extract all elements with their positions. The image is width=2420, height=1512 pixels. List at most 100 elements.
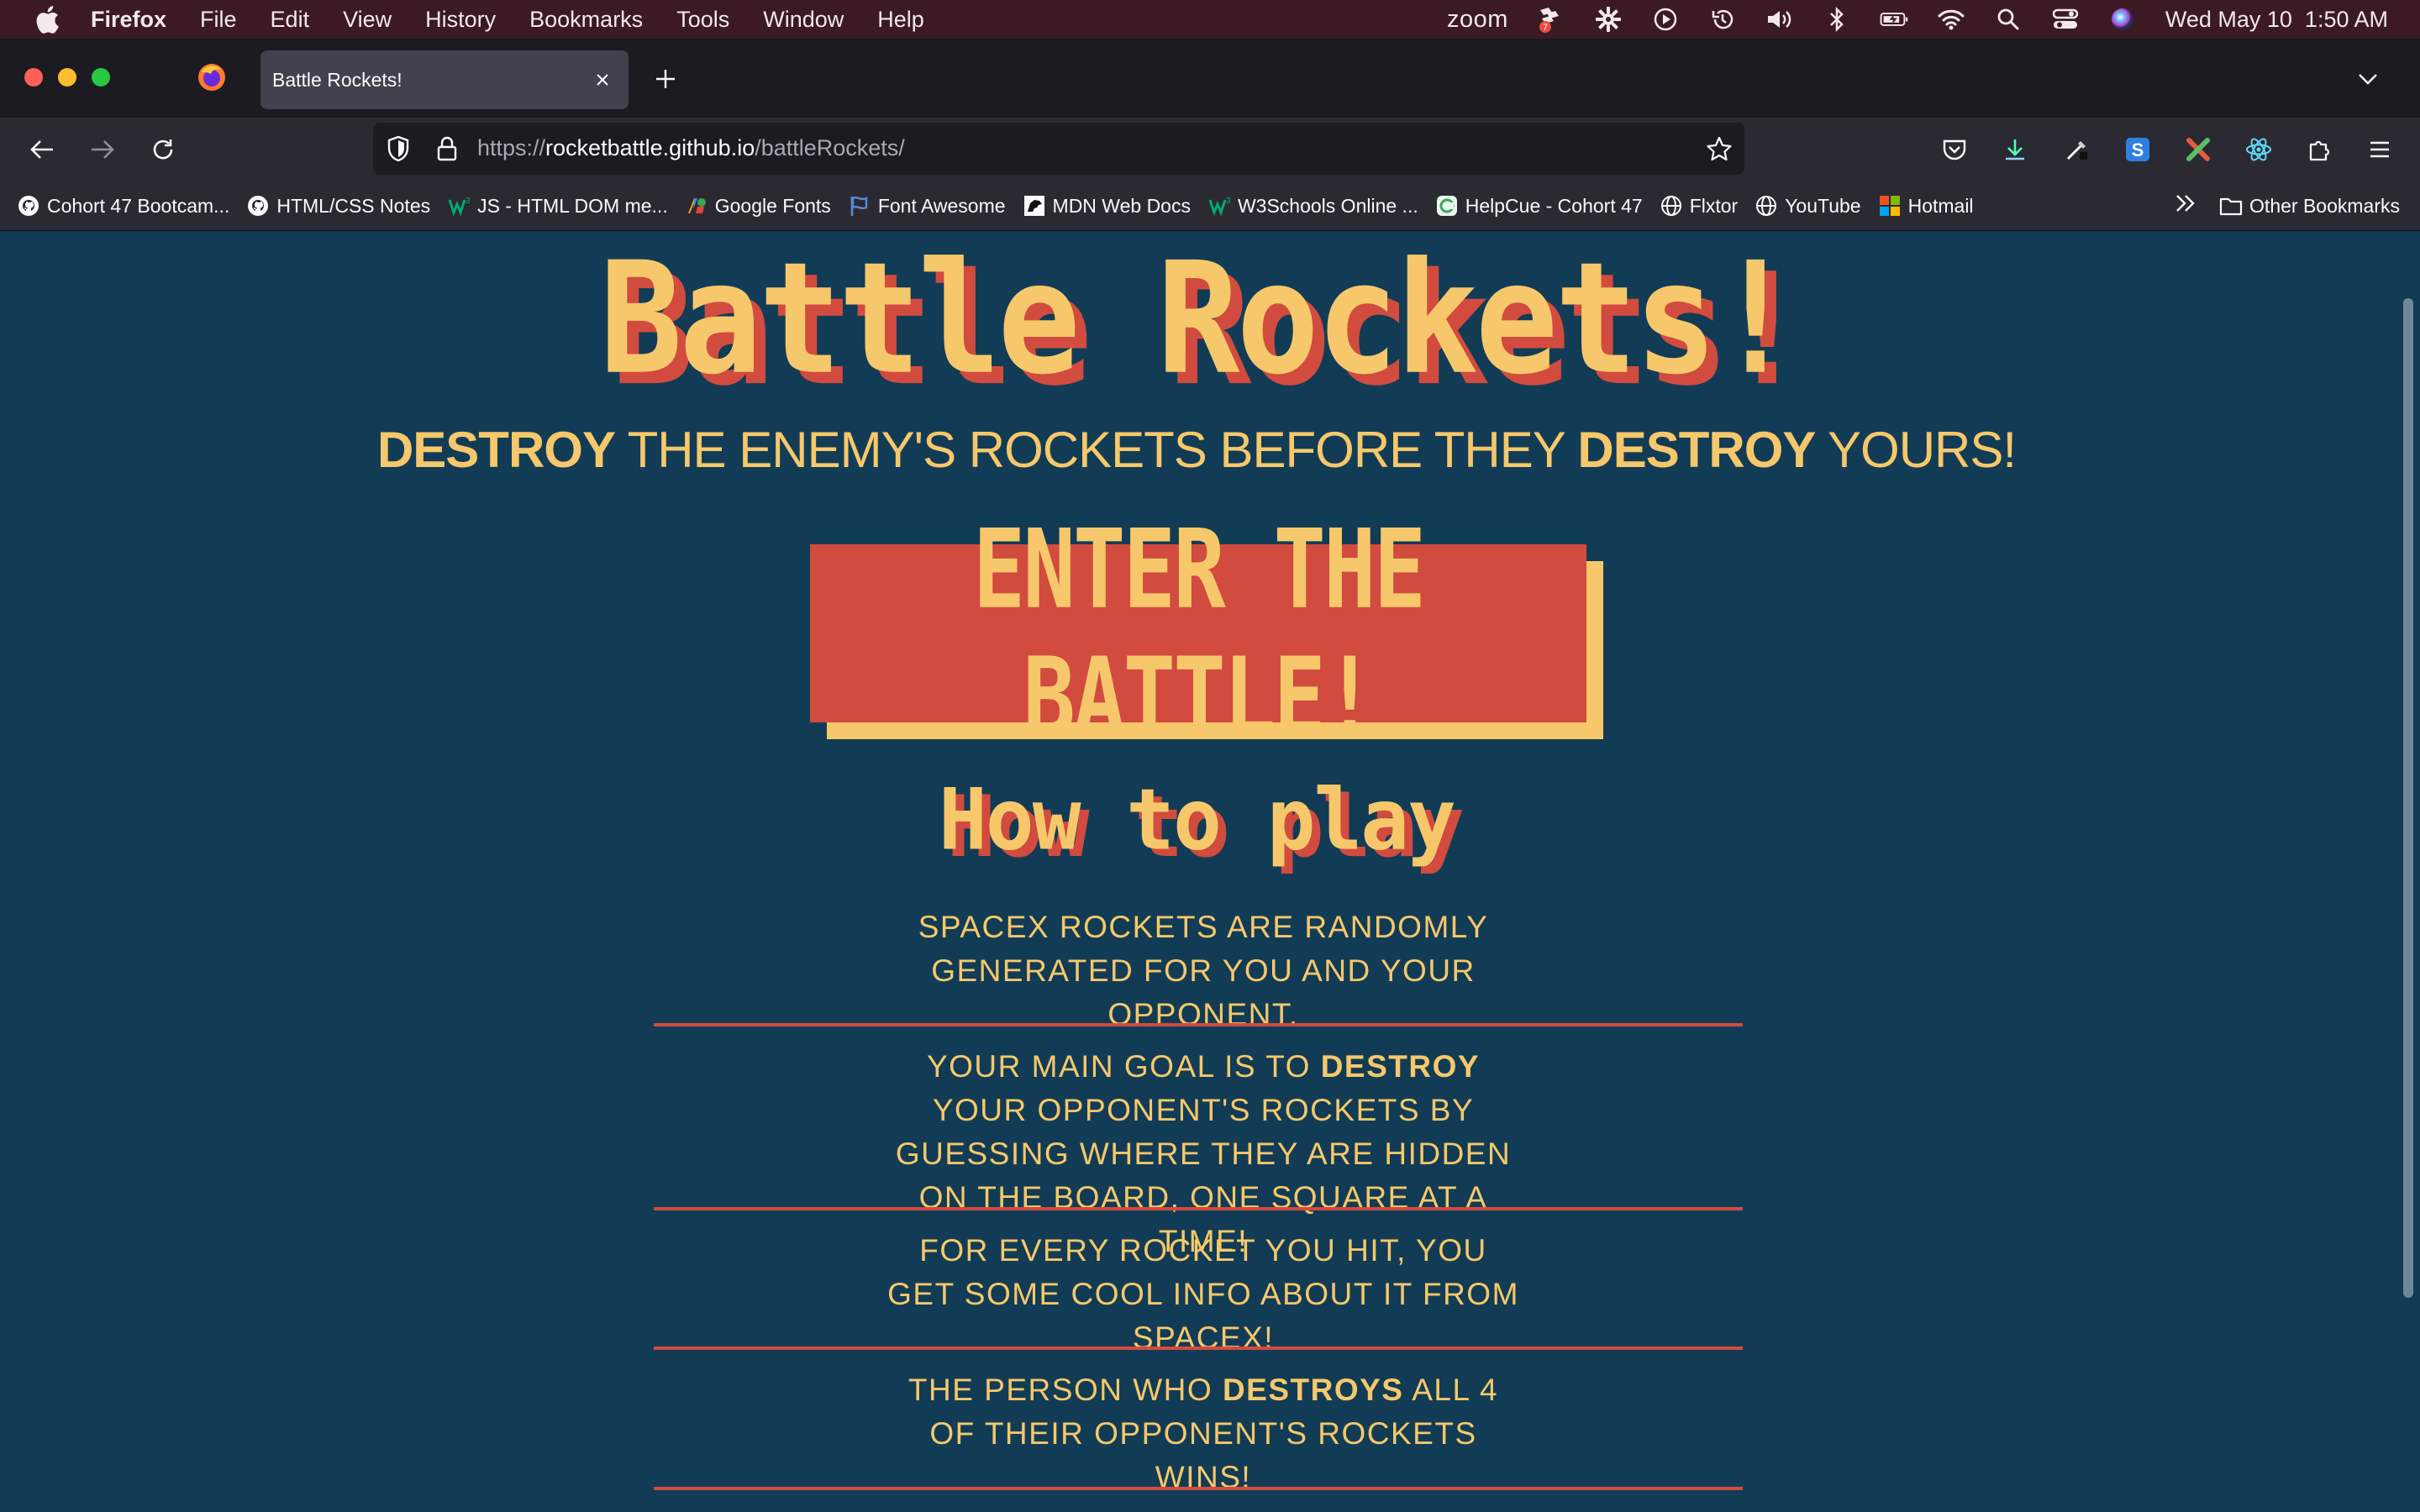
bookmark-label: Cohort 47 Bootcam...: [47, 194, 230, 217]
tagline-emphasis: DESTROY: [376, 422, 616, 478]
how-to-play-heading: How to play: [939, 770, 1456, 869]
control-center-icon[interactable]: [2051, 5, 2080, 34]
tagline-emphasis: DESTROY: [1577, 422, 1816, 478]
bookmark-w3schools[interactable]: 3 W3Schools Online ...: [1207, 194, 1418, 218]
bookmark-hotmail[interactable]: Hotmail: [1878, 194, 1974, 218]
mdn-dinosaur-icon: [1023, 194, 1046, 218]
globe-icon: [1754, 194, 1778, 218]
svg-text:3: 3: [1226, 197, 1230, 206]
bookmark-label: W3Schools Online ...: [1237, 194, 1418, 217]
notification-badge: 7: [1543, 23, 1548, 33]
enter-battle-button-wrapper: ENTER THE BATTLE!: [810, 506, 1603, 762]
rule-divider: [654, 1023, 1743, 1026]
bookmark-mdn-web-docs[interactable]: MDN Web Docs: [1023, 194, 1191, 218]
enter-battle-button[interactable]: ENTER THE BATTLE!: [810, 506, 1586, 762]
menu-window[interactable]: Window: [763, 7, 844, 33]
url-text[interactable]: https://rocketbattle.github.io/battleRoc…: [477, 135, 905, 161]
bookmark-label: Flxtor: [1689, 194, 1739, 217]
menu-tools[interactable]: Tools: [676, 7, 729, 33]
pocket-icon[interactable]: [1938, 133, 1971, 166]
other-bookmarks-folder[interactable]: Other Bookmarks: [2219, 194, 2400, 218]
crossed-tools-extension-icon[interactable]: [2181, 133, 2215, 166]
scrollbar-thumb[interactable]: [2403, 298, 2413, 1298]
list-all-tabs-button[interactable]: [2353, 64, 2383, 94]
menu-app-name[interactable]: Firefox: [91, 7, 166, 33]
window-minimize-button[interactable]: [58, 68, 76, 87]
menu-help[interactable]: Help: [877, 7, 924, 33]
bookmark-star-icon[interactable]: [1704, 134, 1734, 164]
rule-item: FOR EVERY ROCKET YOU HIT, YOU GET SOME C…: [887, 1233, 1519, 1355]
menu-file[interactable]: File: [200, 7, 237, 33]
bookmark-label: Font Awesome: [877, 194, 1006, 217]
back-button[interactable]: [25, 133, 59, 166]
bookmark-helpcue[interactable]: HelpCue - Cohort 47: [1435, 194, 1643, 218]
s-extension-icon[interactable]: S: [2121, 133, 2154, 166]
bookmark-font-awesome[interactable]: Font Awesome: [848, 194, 1006, 218]
bookmark-label: JS - HTML DOM me...: [477, 194, 668, 217]
window-close-button[interactable]: [24, 68, 43, 87]
forward-button[interactable]: [86, 133, 119, 166]
hamburger-menu-icon[interactable]: [2363, 133, 2396, 166]
bookmark-label: HelpCue - Cohort 47: [1465, 194, 1643, 217]
time-machine-icon[interactable]: [1708, 5, 1737, 34]
w3schools-icon: 3: [1207, 194, 1231, 218]
navigation-toolbar: https://rocketbattle.github.io/battleRoc…: [0, 118, 2420, 181]
tab-title: Battle Rockets!: [272, 68, 402, 91]
rule-divider: [654, 1207, 1743, 1210]
bookmark-youtube[interactable]: YouTube: [1754, 194, 1861, 218]
microsoft-logo-icon: [1878, 194, 1902, 218]
window-maximize-button[interactable]: [92, 68, 110, 87]
new-tab-button[interactable]: [650, 64, 681, 94]
folder-icon: [2219, 194, 2243, 218]
rule-item: SPACEX ROCKETS ARE RANDOMLY GENERATED FO…: [918, 910, 1489, 1032]
github-icon: [17, 194, 40, 218]
tab-battle-rockets[interactable]: Battle Rockets!: [260, 50, 629, 109]
downloads-icon[interactable]: [1998, 133, 2032, 166]
close-tab-icon[interactable]: [590, 67, 615, 92]
search-icon[interactable]: [1994, 5, 2023, 34]
siri-icon[interactable]: [2108, 5, 2137, 34]
firefox-view-icon[interactable]: [197, 62, 227, 92]
clock[interactable]: Wed May 10 1:50 AM: [2165, 7, 2388, 33]
rule-divider: [654, 1347, 1743, 1350]
gear-icon[interactable]: [1594, 5, 1623, 34]
address-bar[interactable]: https://rocketbattle.github.io/battleRoc…: [373, 123, 1744, 175]
color-picker-extension-icon[interactable]: [2060, 133, 2094, 166]
tracking-protection-shield-icon[interactable]: [383, 134, 413, 164]
flashcards-icon[interactable]: 7: [1537, 5, 1565, 34]
bookmark-label: Other Bookmarks: [2249, 194, 2400, 217]
wifi-icon[interactable]: [1937, 5, 1965, 34]
reload-button[interactable]: [146, 133, 180, 166]
apple-logo-icon[interactable]: [30, 3, 64, 36]
bookmarks-toolbar: Cohort 47 Bootcam... HTML/CSS Notes 3 JS…: [0, 181, 2420, 231]
bookmark-label: MDN Web Docs: [1052, 194, 1191, 217]
bookmark-google-fonts[interactable]: Google Fonts: [685, 194, 831, 218]
react-devtools-icon[interactable]: [2242, 133, 2275, 166]
menu-edit[interactable]: Edit: [271, 7, 310, 33]
volume-icon[interactable]: [1765, 5, 1794, 34]
menu-bookmarks[interactable]: Bookmarks: [529, 7, 643, 33]
bluetooth-icon[interactable]: [1823, 5, 1851, 34]
bookmark-html-css-notes[interactable]: HTML/CSS Notes: [246, 194, 430, 218]
more-bookmarks-chevron-icon[interactable]: [2174, 192, 2197, 219]
bookmark-flxtor[interactable]: Flxtor: [1660, 194, 1739, 218]
menu-history[interactable]: History: [425, 7, 496, 33]
bookmark-js-html-dom[interactable]: 3 JS - HTML DOM me...: [447, 194, 668, 218]
zoom-status-icon[interactable]: zoom: [1447, 6, 1508, 34]
menu-view[interactable]: View: [343, 7, 392, 33]
svg-text:S: S: [2132, 139, 2144, 160]
page-viewport: Battle Rockets! DESTROY THE ENEMY'S ROCK…: [0, 231, 2420, 1512]
extensions-puzzle-icon[interactable]: [2302, 133, 2336, 166]
macos-menu-bar: Firefox File Edit View History Bookmarks…: [0, 0, 2420, 39]
lock-icon[interactable]: [432, 134, 462, 164]
page-title: Battle Rockets!: [599, 231, 1797, 409]
bookmark-label: YouTube: [1785, 194, 1861, 217]
helpcue-icon: [1435, 194, 1459, 218]
bookmark-cohort-47[interactable]: Cohort 47 Bootcam...: [17, 194, 229, 218]
globe-icon: [1660, 194, 1683, 218]
flag-icon: [848, 194, 871, 218]
bookmark-label: Google Fonts: [714, 194, 831, 217]
github-icon: [246, 194, 270, 218]
play-icon[interactable]: [1651, 5, 1680, 34]
rule-divider: [654, 1487, 1743, 1490]
